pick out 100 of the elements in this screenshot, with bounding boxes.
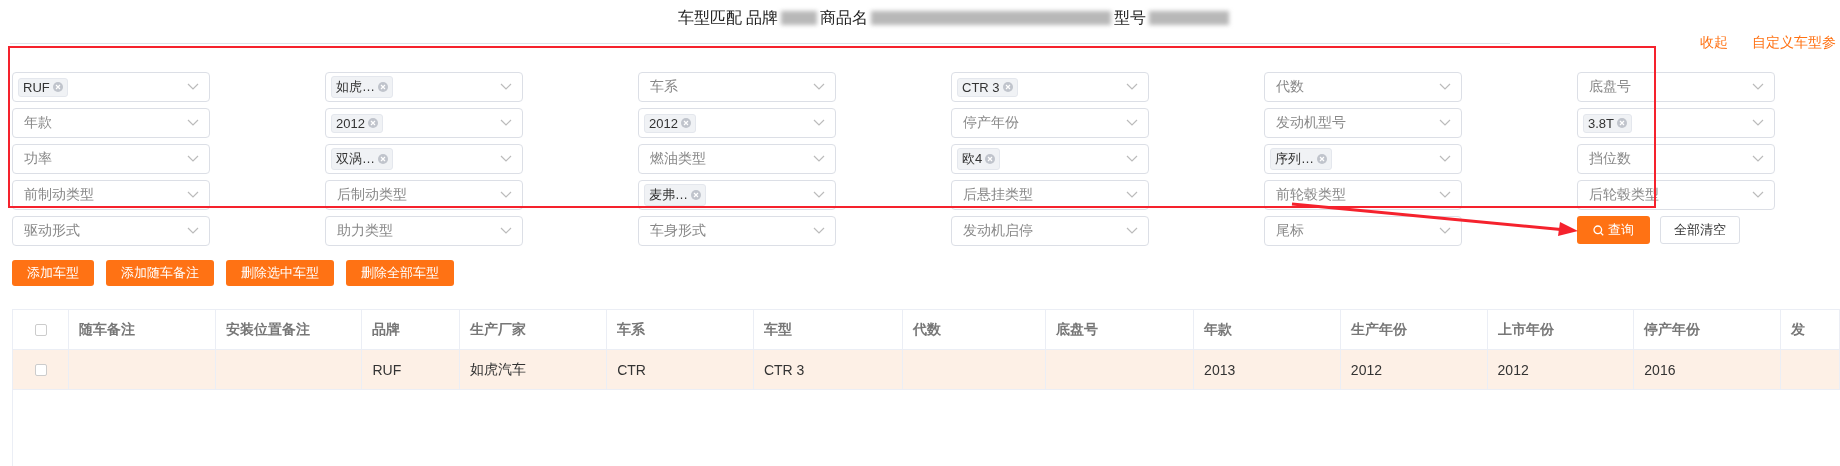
close-icon[interactable] <box>1317 154 1327 164</box>
select-field[interactable]: 助力类型 <box>325 216 523 246</box>
select-field[interactable]: 驱动形式 <box>12 216 210 246</box>
chevron-down-icon <box>1126 119 1138 127</box>
select-field[interactable]: 停产年份 <box>951 108 1149 138</box>
select-field[interactable]: 发动机启停 <box>951 216 1149 246</box>
select-field[interactable]: 后制动类型 <box>325 180 523 210</box>
selected-tag: 2012 <box>331 113 383 133</box>
chevron-down-icon <box>813 155 825 163</box>
checkbox[interactable] <box>34 363 47 376</box>
chevron-down-icon <box>1752 155 1764 163</box>
close-icon[interactable] <box>1617 118 1627 128</box>
column-header: 车系 <box>617 320 646 339</box>
select-field[interactable]: 挡位数 <box>1577 144 1775 174</box>
select-field[interactable]: 如虎… <box>325 72 523 102</box>
close-icon[interactable] <box>52 82 63 92</box>
select-field[interactable]: 后悬挂类型 <box>951 180 1149 210</box>
table-cell: RUF <box>372 361 402 378</box>
select-field[interactable]: 欧4 <box>951 144 1149 174</box>
table-cell: 如虎汽车 <box>470 360 527 379</box>
action-button[interactable]: 添加随车备注 <box>106 260 214 286</box>
table-cell: CTR <box>617 361 646 378</box>
action-button[interactable]: 删除选中车型 <box>226 260 334 286</box>
select-field[interactable]: 年款 <box>12 108 210 138</box>
chevron-down-icon <box>1439 155 1451 163</box>
chevron-down-icon <box>1439 119 1451 127</box>
column-header: 年款 <box>1204 320 1233 339</box>
chevron-down-icon <box>1126 227 1138 235</box>
chevron-down-icon <box>187 227 199 235</box>
column-header: 车型 <box>763 320 792 339</box>
chevron-down-icon <box>1126 83 1138 91</box>
selected-tag: 如虎… <box>331 76 393 98</box>
chevron-down-icon <box>500 119 512 127</box>
chevron-down-icon <box>1439 191 1451 199</box>
select-field[interactable]: 前轮毂类型 <box>1264 180 1462 210</box>
close-icon[interactable] <box>378 82 388 92</box>
select-field[interactable]: 尾标 <box>1264 216 1462 246</box>
table-cell: 2013 <box>1204 361 1236 378</box>
table-cell: 2016 <box>1644 361 1676 378</box>
column-header: 品牌 <box>372 320 401 339</box>
close-icon[interactable] <box>691 190 701 200</box>
selected-tag: 双涡… <box>331 148 393 170</box>
column-header: 代数 <box>912 320 941 339</box>
chevron-down-icon <box>500 227 512 235</box>
close-icon[interactable] <box>1002 82 1013 92</box>
select-field[interactable]: RUF <box>12 72 210 102</box>
select-field[interactable]: 双涡… <box>325 144 523 174</box>
selected-tag: CTR 3 <box>957 77 1018 97</box>
select-field[interactable]: 3.8T <box>1577 108 1775 138</box>
select-field[interactable]: 功率 <box>12 144 210 174</box>
text-link[interactable]: 自定义车型参 <box>1752 34 1836 52</box>
close-icon[interactable] <box>680 118 691 128</box>
select-field[interactable]: CTR 3 <box>951 72 1149 102</box>
select-field[interactable]: 车身形式 <box>638 216 836 246</box>
select-field[interactable]: 2012 <box>638 108 836 138</box>
close-icon[interactable] <box>367 118 378 128</box>
action-button[interactable]: 添加车型 <box>12 260 94 286</box>
column-header: 发 <box>1791 320 1806 339</box>
model-label: 型号 <box>1114 7 1147 28</box>
page-title: 车型匹配 品牌 <box>677 7 779 28</box>
selected-tag: RUF <box>18 77 68 97</box>
select-field[interactable]: 底盘号 <box>1577 72 1775 102</box>
column-header: 停产年份 <box>1644 320 1701 339</box>
chevron-down-icon <box>813 191 825 199</box>
select-field[interactable]: 序列… <box>1264 144 1462 174</box>
selected-tag: 欧4 <box>957 148 1001 170</box>
chevron-down-icon <box>500 191 512 199</box>
close-icon[interactable] <box>378 154 388 164</box>
chevron-down-icon <box>1439 83 1451 91</box>
table-row[interactable]: RUF 如虎汽车 CTR CTR 3 2013 2012 2012 2016 <box>13 349 1840 390</box>
selected-tag: 序列… <box>1270 148 1332 170</box>
selected-tag: 麦弗… <box>644 184 706 206</box>
action-button[interactable]: 删除全部车型 <box>346 260 454 286</box>
select-field[interactable]: 前制动类型 <box>12 180 210 210</box>
select-field[interactable]: 代数 <box>1264 72 1462 102</box>
clear-button[interactable]: 全部清空 <box>1660 216 1740 244</box>
search-button[interactable]: 查询 <box>1577 216 1650 244</box>
chevron-down-icon <box>187 191 199 199</box>
column-header: 安装位置备注 <box>225 320 310 339</box>
chevron-down-icon <box>187 119 199 127</box>
chevron-down-icon <box>1439 227 1451 235</box>
selected-tag: 2012 <box>644 113 696 133</box>
column-header: 生产厂家 <box>470 320 527 339</box>
table-cell: 2012 <box>1350 361 1382 378</box>
text-link[interactable]: 收起 <box>1700 34 1728 52</box>
column-header: 底盘号 <box>1056 320 1099 339</box>
select-field[interactable]: 车系 <box>638 72 836 102</box>
table-cell: CTR 3 <box>763 361 805 378</box>
chevron-down-icon <box>187 155 199 163</box>
chevron-down-icon <box>187 83 199 91</box>
search-icon <box>1593 224 1604 236</box>
chevron-down-icon <box>813 227 825 235</box>
select-field[interactable]: 发动机型号 <box>1264 108 1462 138</box>
select-field[interactable]: 燃油类型 <box>638 144 836 174</box>
checkbox[interactable] <box>34 323 47 336</box>
close-icon[interactable] <box>985 154 996 164</box>
select-field[interactable]: 麦弗… <box>638 180 836 210</box>
chevron-down-icon <box>813 119 825 127</box>
select-field[interactable]: 2012 <box>325 108 523 138</box>
table-cell: 2012 <box>1497 361 1529 378</box>
